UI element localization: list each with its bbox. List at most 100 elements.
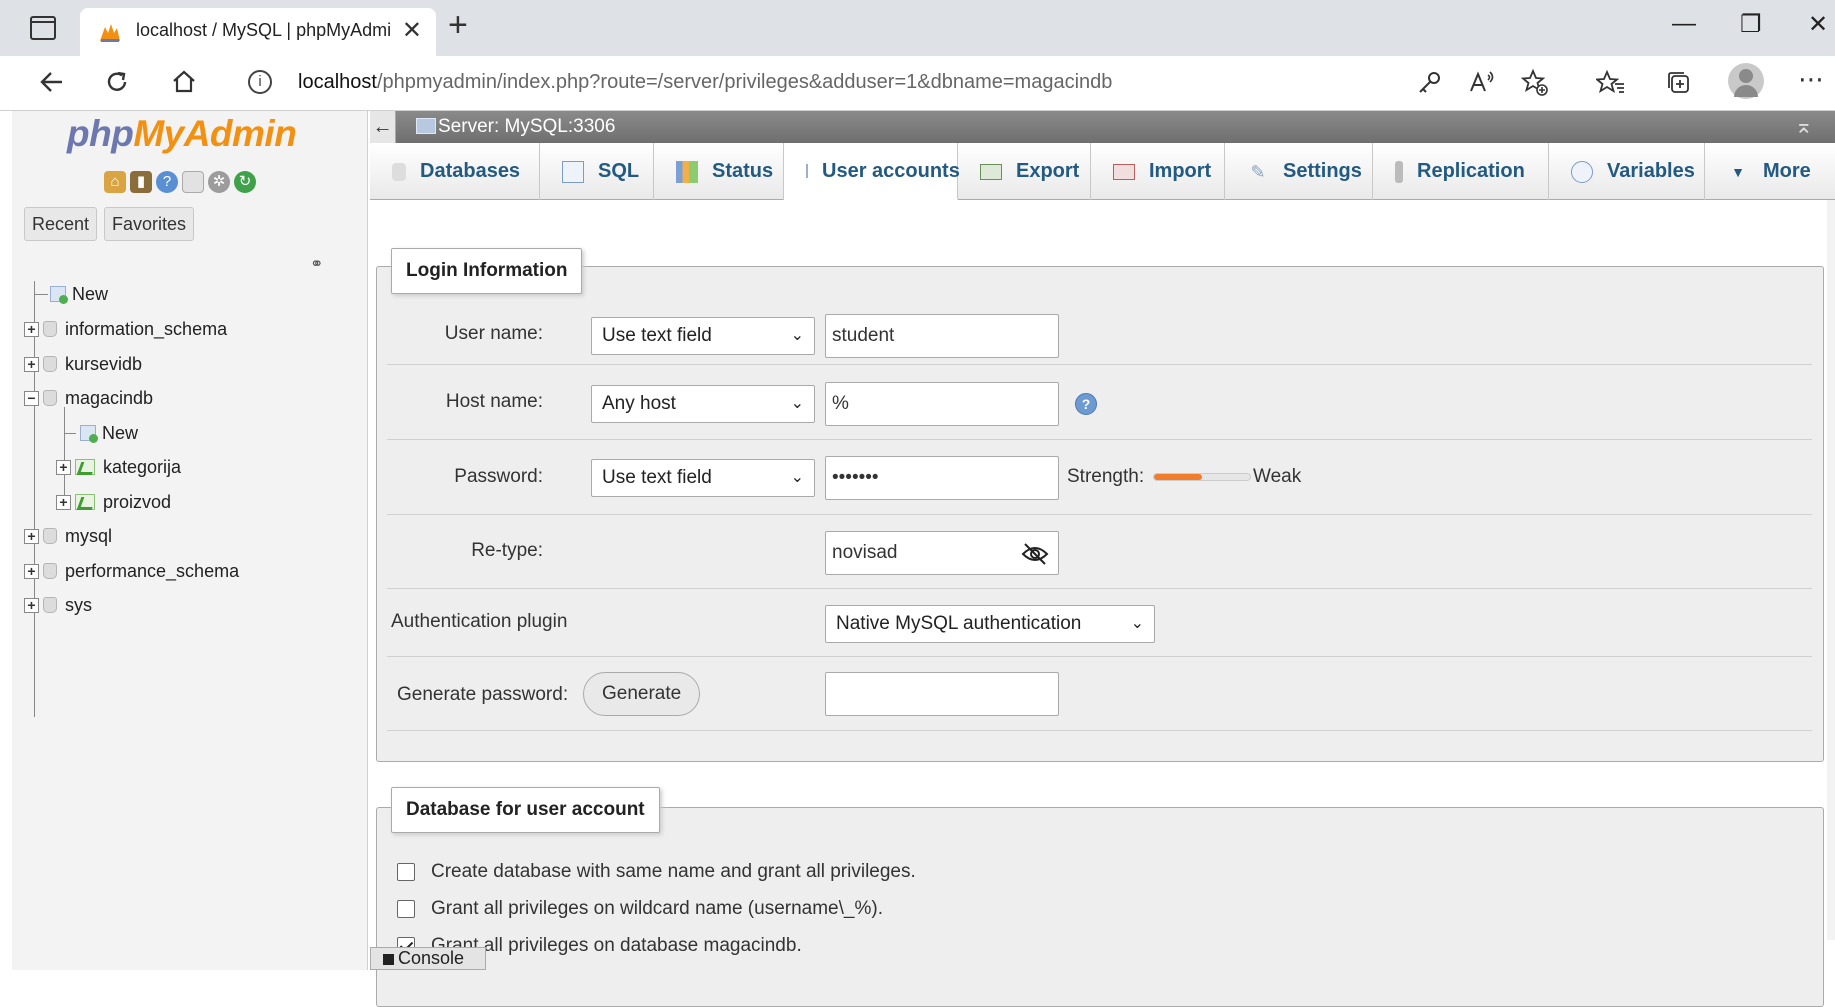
grant-db-privileges-label[interactable]: Grant all privileges on database magacin… [431,935,802,957]
scroll-top-icon[interactable]: ⌅ [1795,113,1813,139]
login-information-fieldset: Login Information User name: Use text fi… [376,248,1824,762]
user-name-type-select[interactable]: Use text field ⌄ [591,317,815,355]
collections-icon[interactable] [1664,68,1694,98]
retype-label: Re-type: [471,540,543,561]
caret-down-icon: ▼ [1731,163,1745,180]
password-row: Password: Use text field ⌄ ••••••• Streng… [387,440,1812,515]
recent-button[interactable]: Recent [24,207,98,241]
expand-icon[interactable]: + [24,356,39,372]
tab-more[interactable]: ▼ More [1705,143,1835,200]
wrench-icon: ✎ [1250,161,1266,182]
create-db-label[interactable]: Create database with same name and grant… [431,861,916,883]
expand-icon[interactable]: + [24,597,39,613]
window-close-icon[interactable]: ✕ [1808,10,1828,39]
more-menu-icon[interactable]: ⋯ [1798,64,1824,95]
link-icon[interactable]: ⚭ [310,254,323,274]
tab-sql[interactable]: SQL [540,143,654,200]
database-for-user-fieldset: Database for user account Create databas… [376,787,1824,1007]
tab-settings[interactable]: ✎ Settings [1225,143,1373,200]
collapse-nav-icon[interactable]: ← [370,111,396,143]
host-name-input[interactable]: % [825,382,1059,426]
url-field[interactable]: i localhost/phpmyadmin/index.php?route=/… [228,64,1618,104]
tree-item-new[interactable]: New [50,281,108,307]
console-toggle[interactable]: Console [370,947,486,970]
database-for-user-legend: Database for user account [391,787,660,833]
expand-icon[interactable]: + [56,494,71,510]
help-icon[interactable]: ? [156,171,178,193]
database-icon [43,321,57,337]
add-favorite-icon[interactable] [1520,68,1550,98]
favorites-icon[interactable] [1596,68,1626,98]
tab-close-icon[interactable]: ✕ [402,16,422,45]
quick-icons: ⌂ ▮ ? ✲ ↻ [104,171,256,193]
tree-item-performance-schema[interactable]: + performance_schema [24,558,239,584]
expand-icon[interactable]: + [24,321,39,337]
server-breadcrumb[interactable]: Server: MySQL:3306 [438,116,615,138]
reload-icon[interactable] [103,68,131,96]
tab-replication[interactable]: Replication [1373,143,1549,200]
main-scrollbar[interactable] [1827,200,1835,940]
wildcard-privileges-label[interactable]: Grant all privileges on wildcard name (u… [431,898,883,920]
tree-item-sys[interactable]: + sys [24,592,92,618]
tree-item-magacindb[interactable]: − magacindb [24,385,153,411]
tab-databases[interactable]: Databases [370,143,540,200]
tab-export[interactable]: Export [958,143,1091,200]
generate-button[interactable]: Generate [583,672,701,716]
generated-password-input[interactable] [825,672,1059,716]
logout-icon[interactable]: ▮ [130,171,152,193]
expand-icon[interactable]: + [24,528,39,544]
read-aloud-icon[interactable] [1468,69,1496,97]
top-menu-tabs: Databases SQL Status User accounts Expor… [370,143,1835,200]
back-icon[interactable] [38,68,66,96]
expand-icon[interactable]: + [56,459,71,475]
tree-item-kursevidb[interactable]: + kursevidb [24,351,142,377]
phpmyadmin-logo[interactable]: phpMyAdmin [67,113,297,155]
strength-label: Strength: [1067,466,1145,487]
database-icon [43,356,57,372]
tab-user-accounts[interactable]: User accounts [784,143,960,200]
host-name-type-select[interactable]: Any host ⌄ [591,385,815,423]
profile-avatar[interactable] [1728,63,1764,99]
host-help-icon[interactable]: ? [1075,393,1097,415]
expand-icon[interactable]: + [24,563,39,579]
site-info-icon[interactable]: i [248,70,272,94]
create-db-checkbox[interactable] [397,863,415,881]
tree-item-kategorija[interactable]: + kategorija [56,454,181,480]
browser-tab[interactable]: localhost / MySQL | phpMyAdmi ✕ [80,8,436,56]
login-information-legend: Login Information [391,248,583,294]
tab-import[interactable]: Import [1091,143,1225,200]
tab-actions-icon[interactable] [30,16,56,40]
password-key-icon[interactable] [1416,70,1442,96]
home-icon[interactable]: ⌂ [104,171,126,193]
auth-plugin-select[interactable]: Native MySQL authentication ⌄ [825,605,1155,643]
database-icon [392,162,406,181]
tree-item-mysql[interactable]: + mysql [24,523,112,549]
hide-password-icon[interactable] [1021,542,1049,566]
tree-item-new-table[interactable]: New [80,420,138,446]
generate-password-row: Generate password: Generate [387,657,1812,731]
new-tab-icon[interactable]: + [448,8,468,42]
favorites-button[interactable]: Favorites [104,207,195,241]
tree-item-information-schema[interactable]: + information_schema [24,316,227,342]
reload-nav-icon[interactable]: ↻ [234,171,256,193]
tree-item-proizvod[interactable]: + proizvod [56,489,171,515]
console-icon [383,954,394,965]
minimize-icon[interactable]: — [1672,10,1696,38]
restore-icon[interactable]: ❐ [1740,10,1762,39]
replication-icon [1395,160,1403,183]
settings-icon[interactable]: ✲ [208,171,230,193]
tab-variables[interactable]: Variables [1549,143,1705,200]
retype-row: Re-type: novisad [387,515,1812,589]
user-name-input[interactable]: student [825,314,1059,358]
wildcard-privileges-checkbox[interactable] [397,900,415,918]
password-type-select[interactable]: Use text field ⌄ [591,459,815,497]
phpmyadmin-favicon-icon [100,24,120,42]
new-db-icon [50,286,68,304]
docs-icon[interactable] [182,171,204,193]
password-input[interactable]: ••••••• [825,456,1059,500]
user-name-label: User name: [444,323,543,344]
main-panel: ← Server: MySQL:3306 ⌅ Databases SQL Sta… [370,111,1835,1007]
tab-status[interactable]: Status [654,143,784,200]
collapse-icon[interactable]: − [24,390,39,406]
home-icon[interactable] [170,68,198,96]
